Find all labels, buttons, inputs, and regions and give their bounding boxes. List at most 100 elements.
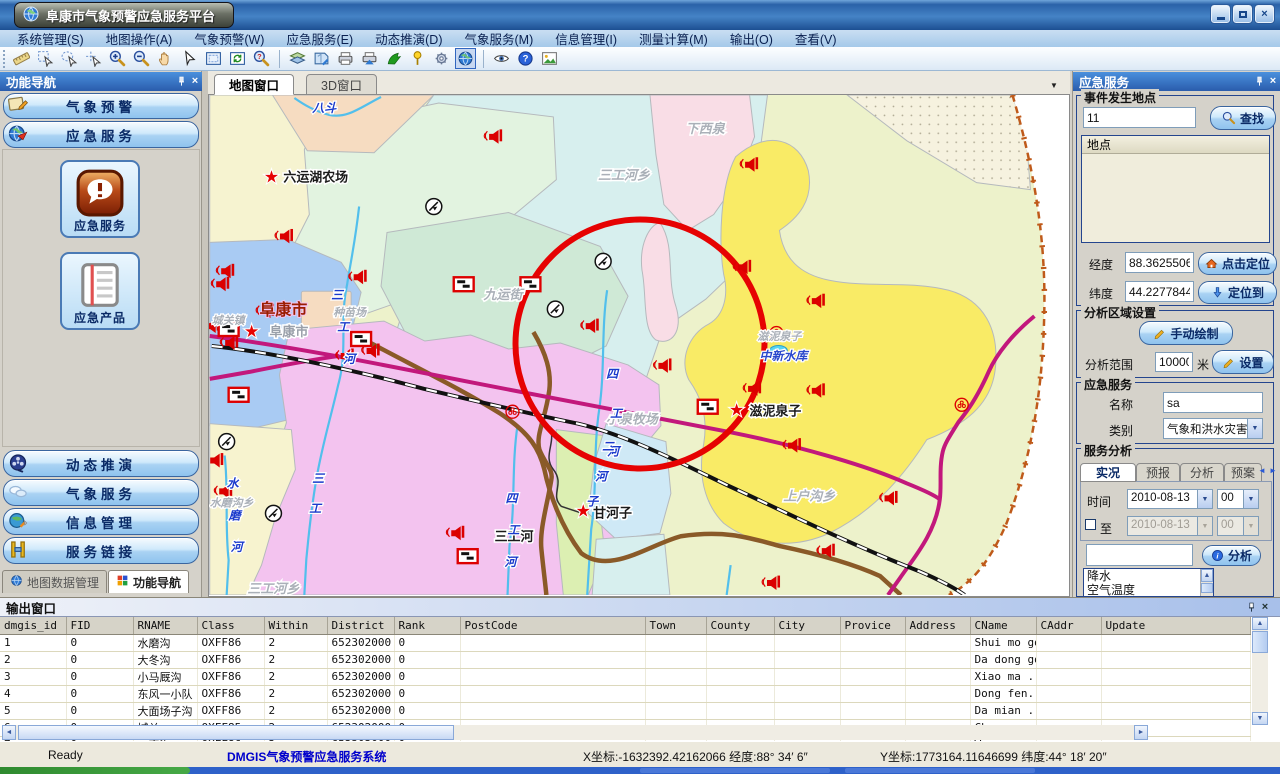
column-header[interactable]: County bbox=[706, 617, 774, 634]
set-range-button[interactable]: 设置 bbox=[1212, 350, 1274, 374]
close-icon[interactable]: × bbox=[1258, 600, 1272, 614]
map-tab-2d[interactable]: 地图窗口 bbox=[214, 74, 294, 95]
tab-scroll-left-icon[interactable]: ◄ bbox=[1258, 466, 1266, 475]
service-type-select[interactable]: 气象和洪水灾害▼ bbox=[1163, 418, 1263, 439]
scroll-right-icon[interactable]: ► bbox=[1134, 725, 1148, 740]
menu-item[interactable]: 地图操作(A) bbox=[95, 28, 184, 49]
column-header[interactable]: City bbox=[774, 617, 840, 634]
analysis-tab-2[interactable]: 分析 bbox=[1180, 463, 1224, 482]
click-locate-button[interactable]: 点击定位 bbox=[1198, 252, 1277, 275]
scrollbar-thumb[interactable] bbox=[1252, 631, 1268, 653]
table-row[interactable]: 30小马厩沟OXFF8626523020000Xiao ma ... bbox=[0, 668, 1250, 685]
output-horizontal-scrollbar[interactable]: ◄ ► bbox=[2, 725, 1148, 740]
column-header[interactable]: Address bbox=[905, 617, 970, 634]
list-item[interactable]: 空气温度 bbox=[1084, 583, 1200, 597]
select-rect-icon[interactable] bbox=[35, 48, 56, 69]
date-from-select[interactable]: 2010-08-13▼ bbox=[1127, 489, 1213, 509]
print-icon[interactable] bbox=[335, 48, 356, 69]
menu-item[interactable]: 测量计算(M) bbox=[628, 28, 719, 49]
analyze-button[interactable]: i 分析 bbox=[1202, 545, 1261, 566]
goto-location-button[interactable]: 定位到 bbox=[1198, 281, 1277, 304]
menu-item[interactable]: 查看(V) bbox=[784, 28, 848, 49]
full-extent-icon[interactable] bbox=[203, 48, 224, 69]
toolbar-grip[interactable] bbox=[3, 50, 8, 68]
listbox-scrollbar[interactable]: ▲ bbox=[1200, 569, 1213, 597]
location-list[interactable]: 地点 bbox=[1081, 135, 1270, 243]
map-tab-overflow-button[interactable]: ▼ bbox=[1046, 79, 1062, 92]
scroll-up-icon[interactable]: ▲ bbox=[1252, 617, 1268, 630]
select-lasso-icon[interactable] bbox=[59, 48, 80, 69]
zoom-in-icon[interactable] bbox=[107, 48, 128, 69]
pin-icon[interactable] bbox=[1244, 600, 1258, 614]
nav-group-weather-warning[interactable]: 气象预警 bbox=[3, 93, 199, 119]
column-header[interactable]: RNAME bbox=[133, 617, 197, 634]
column-header[interactable]: PostCode bbox=[460, 617, 645, 634]
chevron-down-icon[interactable]: ▼ bbox=[1247, 419, 1262, 438]
identify-icon[interactable]: ? bbox=[251, 48, 272, 69]
chevron-down-icon[interactable]: ▼ bbox=[1197, 490, 1212, 508]
column-header[interactable]: CAddr bbox=[1036, 617, 1101, 634]
zoom-out-icon[interactable] bbox=[131, 48, 152, 69]
menu-item[interactable]: 应急服务(E) bbox=[275, 28, 364, 49]
scroll-down-icon[interactable]: ▼ bbox=[1252, 712, 1268, 725]
manual-draw-button[interactable]: 手动绘制 bbox=[1139, 321, 1233, 345]
analysis-tab-0[interactable]: 实况 bbox=[1080, 463, 1136, 482]
close-icon[interactable]: × bbox=[1266, 75, 1280, 89]
nav-group-service-links[interactable]: 服务链接 bbox=[3, 537, 199, 564]
tab-scroll-right-icon[interactable]: ► bbox=[1269, 466, 1277, 475]
column-header[interactable]: CName bbox=[970, 617, 1036, 634]
measure-icon[interactable] bbox=[11, 48, 32, 69]
export-map-icon[interactable] bbox=[311, 48, 332, 69]
chevron-down-icon[interactable]: ▼ bbox=[1243, 490, 1258, 508]
menu-item[interactable]: 动态推演(D) bbox=[364, 28, 453, 49]
table-row[interactable]: 50大面场子沟OXFF8626523020000Da mian ... bbox=[0, 702, 1250, 719]
output-vertical-scrollbar[interactable]: ▲ ▼ bbox=[1252, 617, 1268, 725]
analysis-tab-3[interactable]: 预案 bbox=[1224, 463, 1262, 482]
globe-icon[interactable] bbox=[455, 48, 476, 69]
column-header[interactable]: Provice bbox=[840, 617, 905, 634]
close-button[interactable]: × bbox=[1255, 5, 1274, 23]
column-header[interactable]: dmgis_id bbox=[0, 617, 66, 634]
menu-item[interactable]: 系统管理(S) bbox=[6, 28, 95, 49]
analysis-tab-1[interactable]: 预报 bbox=[1136, 463, 1180, 482]
nav-tool-emergency-product[interactable]: 应急产品 bbox=[60, 252, 140, 330]
layers-icon[interactable] bbox=[287, 48, 308, 69]
help-icon[interactable]: ? bbox=[515, 48, 536, 69]
taskbar-button[interactable] bbox=[845, 768, 1035, 773]
nav-group-dynamic-deduction[interactable]: 动态推演 bbox=[3, 450, 199, 477]
longitude-input[interactable] bbox=[1125, 252, 1194, 273]
scroll-left-icon[interactable]: ◄ bbox=[2, 725, 16, 740]
column-header[interactable]: Rank bbox=[394, 617, 460, 634]
search-button[interactable]: 查找 bbox=[1210, 106, 1276, 130]
menu-item[interactable]: 信息管理(I) bbox=[544, 28, 628, 49]
table-row[interactable]: 20大冬沟OXFF8626523020000Da dong gou bbox=[0, 651, 1250, 668]
close-icon[interactable]: × bbox=[188, 75, 202, 89]
settings-icon[interactable] bbox=[431, 48, 452, 69]
date-to-select[interactable]: 2010-08-13▼ bbox=[1127, 516, 1213, 536]
menu-item[interactable]: 气象预警(W) bbox=[183, 28, 275, 49]
column-header[interactable]: FID bbox=[66, 617, 133, 634]
service-name-input[interactable] bbox=[1163, 392, 1263, 413]
scrollbar-thumb[interactable] bbox=[18, 725, 454, 740]
taskbar-start-edge[interactable] bbox=[0, 767, 190, 774]
nav-tool-emergency-service[interactable]: 应急服务 bbox=[60, 160, 140, 238]
nav-bottom-tab-function-nav[interactable]: 功能导航 bbox=[108, 570, 189, 593]
hour-to-select[interactable]: 00▼ bbox=[1217, 516, 1259, 536]
nav-group-weather-service[interactable]: 气象服务 bbox=[3, 479, 199, 506]
analysis-memo-box[interactable] bbox=[1086, 544, 1193, 566]
export-image-icon[interactable] bbox=[539, 48, 560, 69]
scroll-up-icon[interactable]: ▲ bbox=[1201, 569, 1213, 582]
restore-button[interactable] bbox=[1233, 5, 1252, 23]
element-listbox[interactable]: 降水空气温度 ▲ bbox=[1083, 568, 1214, 597]
list-item[interactable]: 降水 bbox=[1084, 569, 1200, 583]
table-row[interactable]: 10水磨沟OXFF8626523020000Shui mo gou bbox=[0, 634, 1250, 651]
column-header[interactable]: Class bbox=[197, 617, 264, 634]
analysis-range-input[interactable] bbox=[1155, 352, 1193, 372]
scrollbar-thumb[interactable] bbox=[1201, 583, 1213, 593]
hour-from-select[interactable]: 00▼ bbox=[1217, 489, 1259, 509]
map-canvas[interactable]: ★★★★六运湖农场三工河乡下西泉九运街阜康市种苗场城关镇阜康市滋泥泉子甘河子小泉… bbox=[208, 95, 1070, 597]
nav-group-info-management[interactable]: 信息管理 bbox=[3, 508, 199, 535]
column-header[interactable]: Town bbox=[645, 617, 706, 634]
pin-icon[interactable] bbox=[1252, 75, 1266, 89]
event-search-input[interactable] bbox=[1083, 107, 1196, 128]
